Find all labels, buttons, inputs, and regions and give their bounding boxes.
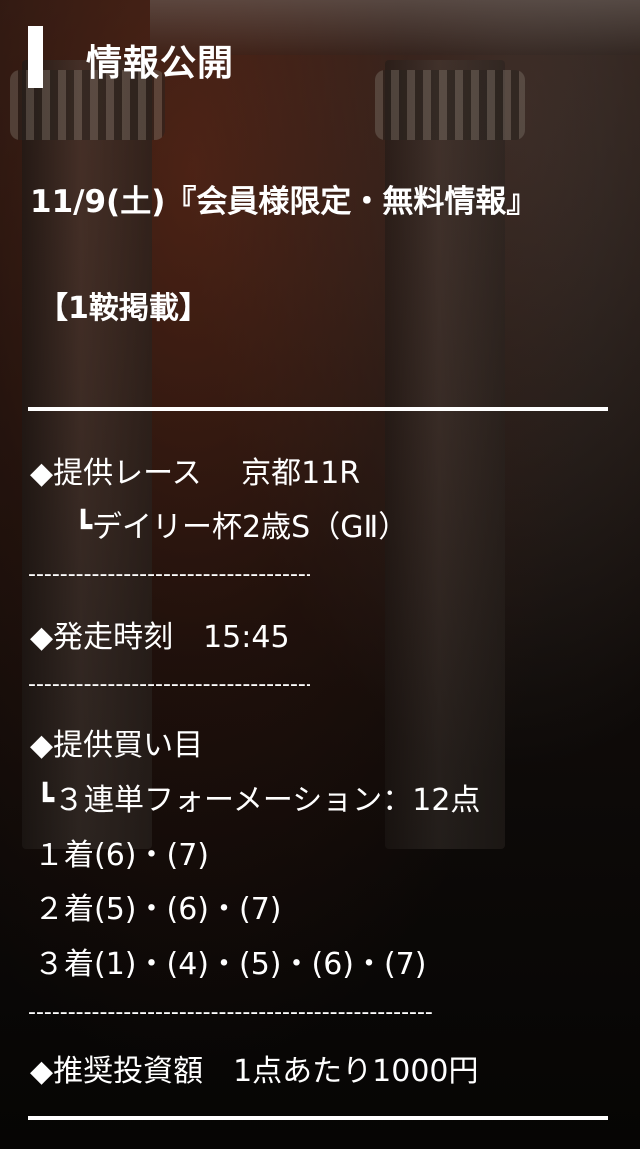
bets-label: ◆提供買い目 [30, 728, 204, 763]
race-label: ◆提供レース 京都11R [30, 456, 361, 491]
bet-first-place: １着(6)・(7) [34, 838, 209, 873]
bet-third-place: ３着(1)・(4)・(5)・(6)・(7) [34, 947, 427, 982]
page-title: 情報公開 [86, 43, 235, 84]
divider-top [28, 407, 608, 411]
bet-type: ┗３連単フォーメーション：12点 [36, 783, 481, 818]
dashed-separator-1: ------------------------------------- [28, 562, 310, 587]
info-content: 情報公開 11/9(土)『会員様限定・無料情報』 【1鞍掲載】 ◆提供レース 京… [0, 0, 640, 1149]
headline: 11/9(土)『会員様限定・無料情報』 [30, 184, 538, 220]
dashed-separator-3: ----------------------------------------… [28, 1000, 432, 1025]
feature-label: 【1鞍掲載】 [38, 291, 209, 326]
investment-amount: ◆推奨投資額 1点あたり1000円 [30, 1054, 479, 1089]
start-time: ◆発走時刻 15:45 [30, 620, 290, 655]
section-header: 情報公開 [28, 24, 588, 90]
header-accent-bar [28, 26, 43, 88]
race-name: ┗デイリー杯2歳S（GⅡ） [74, 510, 409, 545]
divider-bottom [28, 1116, 608, 1120]
dashed-separator-2: ------------------------------------- [28, 672, 310, 697]
bet-second-place: ２着(5)・(6)・(7) [34, 892, 282, 927]
